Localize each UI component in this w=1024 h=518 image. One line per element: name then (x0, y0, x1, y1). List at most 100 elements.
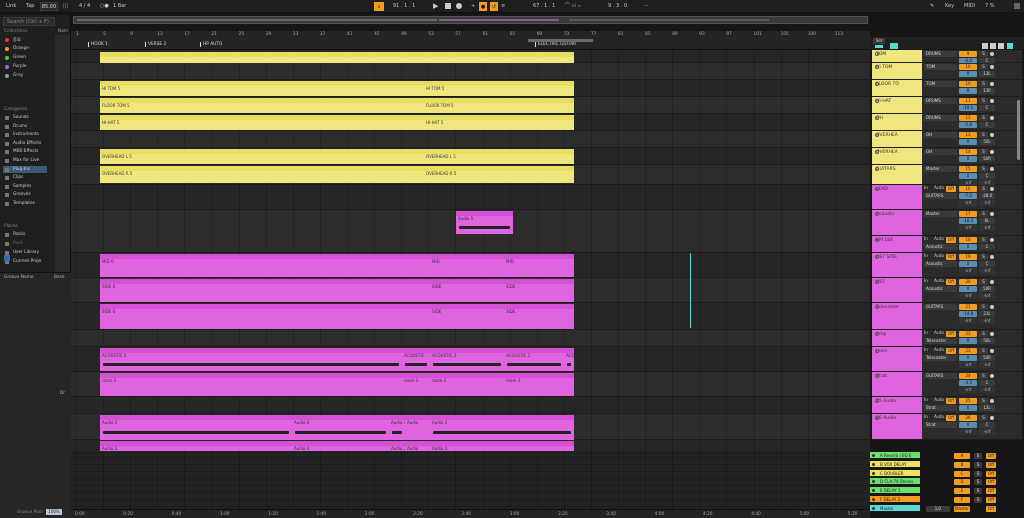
output-routing-select[interactable]: TOM (924, 81, 957, 87)
track-lane[interactable] (71, 397, 870, 414)
fold-icon[interactable] (875, 82, 879, 86)
audio-clip[interactable]: OVERHEAD R 5 (424, 166, 574, 183)
audio-clip[interactable]: Audio 3 (389, 441, 405, 451)
place-item[interactable]: Push (13, 241, 23, 246)
volume-field[interactable]: -14.8 (959, 311, 977, 317)
return-activator[interactable]: A (954, 453, 970, 459)
audio-clip[interactable]: OVERHEAD L 5 (424, 149, 574, 164)
arm-icon[interactable] (990, 399, 994, 403)
track-activator-number[interactable]: 23 (959, 348, 977, 354)
fold-icon[interactable] (875, 238, 879, 242)
track-lane[interactable] (71, 131, 870, 148)
audio-clip[interactable]: SIDE (430, 304, 504, 329)
monitor-off-button[interactable]: Off (946, 398, 956, 404)
return-post-button[interactable]: Off (986, 461, 996, 468)
track-lane[interactable] (71, 185, 870, 210)
volume-field[interactable]: 0 (959, 88, 977, 94)
fold-icon[interactable] (875, 116, 879, 120)
automation-mode-icon[interactable] (875, 45, 883, 48)
return-activator[interactable]: D (954, 479, 970, 486)
track-name[interactable]: HI-HAT (874, 98, 921, 114)
volume-field[interactable]: 0 (959, 71, 977, 77)
category-item[interactable]: Plug-Ins (13, 167, 30, 172)
audio-clip[interactable]: Audio 5 (456, 211, 513, 234)
audio-clip[interactable]: SIDE (504, 304, 574, 329)
volume-field[interactable]: -4.3 (959, 380, 977, 386)
auto-label[interactable]: Auto (934, 415, 944, 420)
track-name[interactable]: LEAD (874, 186, 921, 210)
output-routing-select[interactable]: Master (924, 211, 957, 217)
audio-clip[interactable]: MID (430, 254, 504, 277)
collection-item[interactable]: 중요 (13, 37, 21, 43)
track-name[interactable]: TOM (874, 51, 921, 63)
audio-clip[interactable]: HI TOM 5 (100, 81, 424, 96)
mixer-strip[interactable]: Amp In Auto Off Telecaster 22 S 0 50L (872, 330, 1022, 347)
solo-button[interactable]: S (979, 254, 988, 260)
mixer-scrollbar[interactable] (1017, 100, 1020, 160)
mixer-strip[interactable]: Acoustic Master 17 S -16.3 6L -inf -inf (872, 210, 1022, 236)
arrangement-position[interactable]: 91 . 1 . 1 (393, 2, 415, 11)
solo-button[interactable]: S (979, 373, 988, 379)
auto-label[interactable]: Auto (934, 186, 944, 191)
track-activator-number[interactable]: 12 (959, 115, 977, 121)
return-track[interactable]: A Reverb | EQ E (870, 452, 920, 459)
track-name[interactable]: Acoustic (874, 211, 921, 236)
link-button[interactable]: Link (6, 2, 16, 11)
category-item[interactable]: Clips (13, 175, 23, 180)
category-item[interactable]: Sounds (13, 115, 29, 120)
place-item[interactable]: Current Proje (13, 259, 41, 264)
time-ruler[interactable]: 0:00 0:20 0:40 1:00 1:20 1:40 2:00 2:20 2:40 3:00… (71, 509, 870, 518)
solo-button[interactable]: S (979, 132, 988, 138)
category-item[interactable]: Max for Live (13, 158, 39, 163)
return-fold-icon[interactable] (872, 498, 875, 501)
output-routing-select[interactable]: Acoustic (924, 261, 957, 267)
track-name[interactable]: KM 184 (874, 237, 921, 253)
mixer-strip[interactable]: FLOOR TO TOM 10 S 0 13R (872, 80, 1022, 97)
track-activator-number[interactable]: 14 (959, 149, 977, 155)
return-fold-icon[interactable] (872, 506, 875, 510)
monitor-off-button[interactable]: Off (946, 415, 956, 421)
pan-field[interactable]: C (979, 380, 995, 386)
arm-icon[interactable] (990, 65, 994, 69)
audio-clip[interactable]: HI TOM 5 (424, 81, 574, 96)
arm-icon[interactable] (990, 52, 994, 56)
audio-clip[interactable]: ACOUSTIC 2 (504, 348, 564, 371)
return-name[interactable]: F DELAY 2 (880, 497, 900, 502)
audio-clip[interactable]: Audio 3 (100, 441, 292, 451)
track-activator-number[interactable]: 25 (959, 398, 977, 404)
track-activator-number[interactable]: 20 (959, 279, 977, 285)
audio-clip[interactable]: Audio (405, 415, 430, 440)
return-track[interactable]: B VOX DELAY (870, 460, 920, 468)
arm-icon[interactable] (990, 212, 994, 216)
fold-icon[interactable] (875, 255, 879, 259)
track-activator-number[interactable]: 19 (959, 254, 977, 260)
auto-label[interactable]: Auto (934, 331, 944, 336)
view-toggle-icon[interactable] (890, 43, 898, 49)
fold-icon[interactable] (875, 187, 879, 191)
return-track[interactable]: F DELAY 2 (870, 496, 920, 503)
track-activator-number[interactable]: 21 (959, 304, 977, 310)
pan-field[interactable]: 50L (979, 338, 995, 344)
return-track[interactable]: C DOUBLER (870, 469, 920, 477)
return-track[interactable]: Master (870, 504, 920, 512)
return-post-button[interactable]: Off (986, 497, 996, 503)
crossfader-toggle-icon[interactable] (1007, 43, 1013, 49)
fold-icon[interactable] (875, 65, 879, 69)
play-icon[interactable]: ▶ (433, 2, 438, 11)
audio-clip[interactable]: SIDE (430, 279, 504, 302)
category-item[interactable]: Instruments (13, 132, 39, 137)
pencil-icon[interactable]: ✎ (930, 2, 934, 11)
arm-icon[interactable] (990, 82, 994, 86)
track-activator-number[interactable]: 22 (959, 331, 977, 337)
mixer-strip[interactable]: GUITARS Master 15 S 0 C -inf -inf (872, 165, 1022, 186)
output-routing-select[interactable]: GUITARS (924, 193, 957, 199)
mixer-strip[interactable]: OH DRUMS 12 S -5.8 C (872, 114, 1022, 131)
solo-button[interactable]: S (979, 186, 988, 192)
audio-clip[interactable]: room 3 (504, 373, 574, 396)
volume-field[interactable]: 0 (959, 244, 977, 250)
track-activator-number[interactable]: 18 (959, 237, 977, 243)
pan-field[interactable]: 12L (979, 405, 995, 411)
monitor-off-button[interactable]: Off (946, 331, 956, 337)
mixer-strip[interactable]: 25 Audio In Auto Off Strat 25 S 0 12L (872, 397, 1022, 414)
volume-field[interactable]: 0 (959, 139, 977, 145)
